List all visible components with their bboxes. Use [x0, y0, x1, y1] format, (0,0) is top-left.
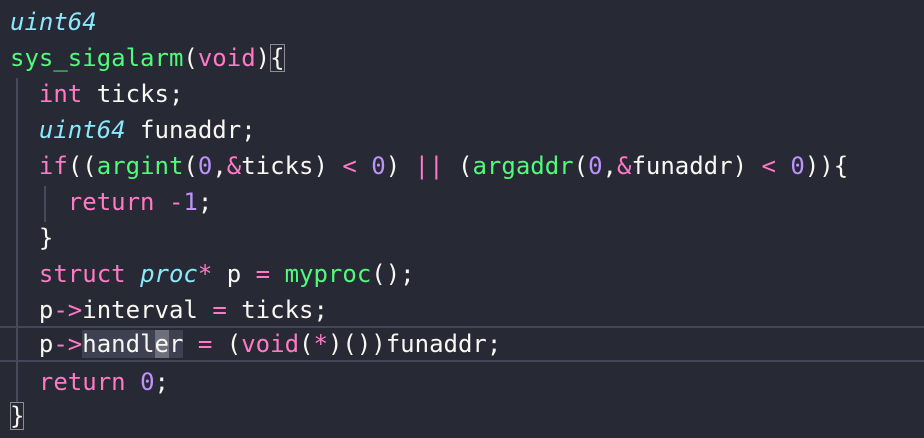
code-token: struct	[38, 260, 126, 288]
code-token: *	[197, 260, 213, 288]
code-token: =	[212, 296, 227, 324]
code-token: =	[255, 260, 271, 288]
matched-bracket: {	[270, 44, 285, 72]
code-token: p	[10, 296, 54, 324]
code-line[interactable]: sys_sigalarm(void){	[10, 40, 285, 76]
code-token: sys_sigalarm	[10, 44, 184, 72]
code-token: return	[67, 188, 155, 216]
code-line[interactable]: if((argint(0,&ticks) < 0) || (argaddr(0,…	[10, 148, 848, 184]
code-token: )())funaddr;	[327, 330, 502, 358]
code-token: (	[183, 152, 198, 180]
code-editor[interactable]: uint64 sys_sigalarm(void){ int ticks; uin…	[0, 0, 924, 438]
code-token: ->	[53, 330, 83, 358]
code-token: proc	[140, 260, 198, 288]
code-line[interactable]: struct proc* p = myproc();	[10, 256, 415, 292]
code-token: ticks;	[226, 296, 328, 324]
code-token: )	[255, 44, 271, 72]
code-token: 1	[183, 188, 198, 216]
code-token: ->	[53, 296, 83, 324]
code-token: argint	[96, 152, 184, 180]
code-token: (	[212, 330, 242, 358]
code-token: ticks;	[82, 80, 184, 108]
code-token: uint64	[10, 8, 97, 36]
code-token: &	[616, 152, 632, 180]
code-token: (	[299, 330, 314, 358]
code-token: 0	[197, 152, 213, 180]
code-token: =	[197, 330, 213, 358]
code-token: ||	[414, 152, 444, 180]
code-token: ();	[371, 260, 415, 288]
code-token: void	[197, 44, 256, 72]
code-token: ((	[67, 152, 97, 180]
matched-bracket: }	[10, 402, 25, 430]
code-token: }	[10, 224, 54, 252]
code-token: (	[573, 152, 589, 180]
code-token: -	[168, 188, 184, 216]
code-token: &	[226, 152, 242, 180]
code-token: 0	[371, 152, 386, 180]
code-line[interactable]: }	[10, 398, 25, 434]
code-token: p	[10, 330, 54, 358]
code-line-current[interactable]: p->handler = (void(*)())funaddr;	[0, 326, 924, 362]
code-token: *	[313, 330, 328, 358]
code-token: return	[38, 368, 126, 396]
code-token: interval	[82, 296, 213, 324]
code-token: handl	[82, 330, 155, 358]
code-token: )){	[804, 152, 849, 180]
code-token: 0	[140, 368, 155, 396]
code-line[interactable]: return 0;	[10, 364, 169, 400]
code-token: (	[183, 44, 198, 72]
code-token: (	[443, 152, 473, 180]
code-line[interactable]: int ticks;	[10, 76, 184, 112]
code-line[interactable]: p->interval = ticks;	[10, 292, 328, 328]
code-token: ;	[197, 188, 213, 216]
code-token: <	[342, 152, 357, 180]
code-token: argaddr	[472, 152, 574, 180]
code-token: funaddr)	[631, 152, 762, 180]
code-token: r	[168, 330, 184, 358]
code-token: ;	[154, 368, 169, 396]
code-token: funaddr;	[125, 116, 256, 144]
code-line[interactable]: uint64	[10, 4, 97, 40]
code-token: ticks)	[241, 152, 343, 180]
code-token: int	[38, 80, 83, 108]
code-token: if	[38, 152, 68, 180]
code-token: void	[241, 330, 300, 358]
code-token: 0	[790, 152, 805, 180]
code-line[interactable]: uint64 funaddr;	[10, 112, 256, 148]
code-line[interactable]: }	[10, 220, 53, 256]
code-token: myproc	[284, 260, 372, 288]
code-token: ,	[212, 152, 227, 180]
code-token: ,	[602, 152, 617, 180]
text-cursor: e	[154, 330, 169, 358]
code-token: 0	[588, 152, 603, 180]
code-token: <	[761, 152, 776, 180]
code-token: p	[212, 260, 256, 288]
code-token: uint64	[38, 116, 126, 144]
code-token: )	[385, 152, 415, 180]
code-line[interactable]: return -1;	[10, 184, 213, 220]
